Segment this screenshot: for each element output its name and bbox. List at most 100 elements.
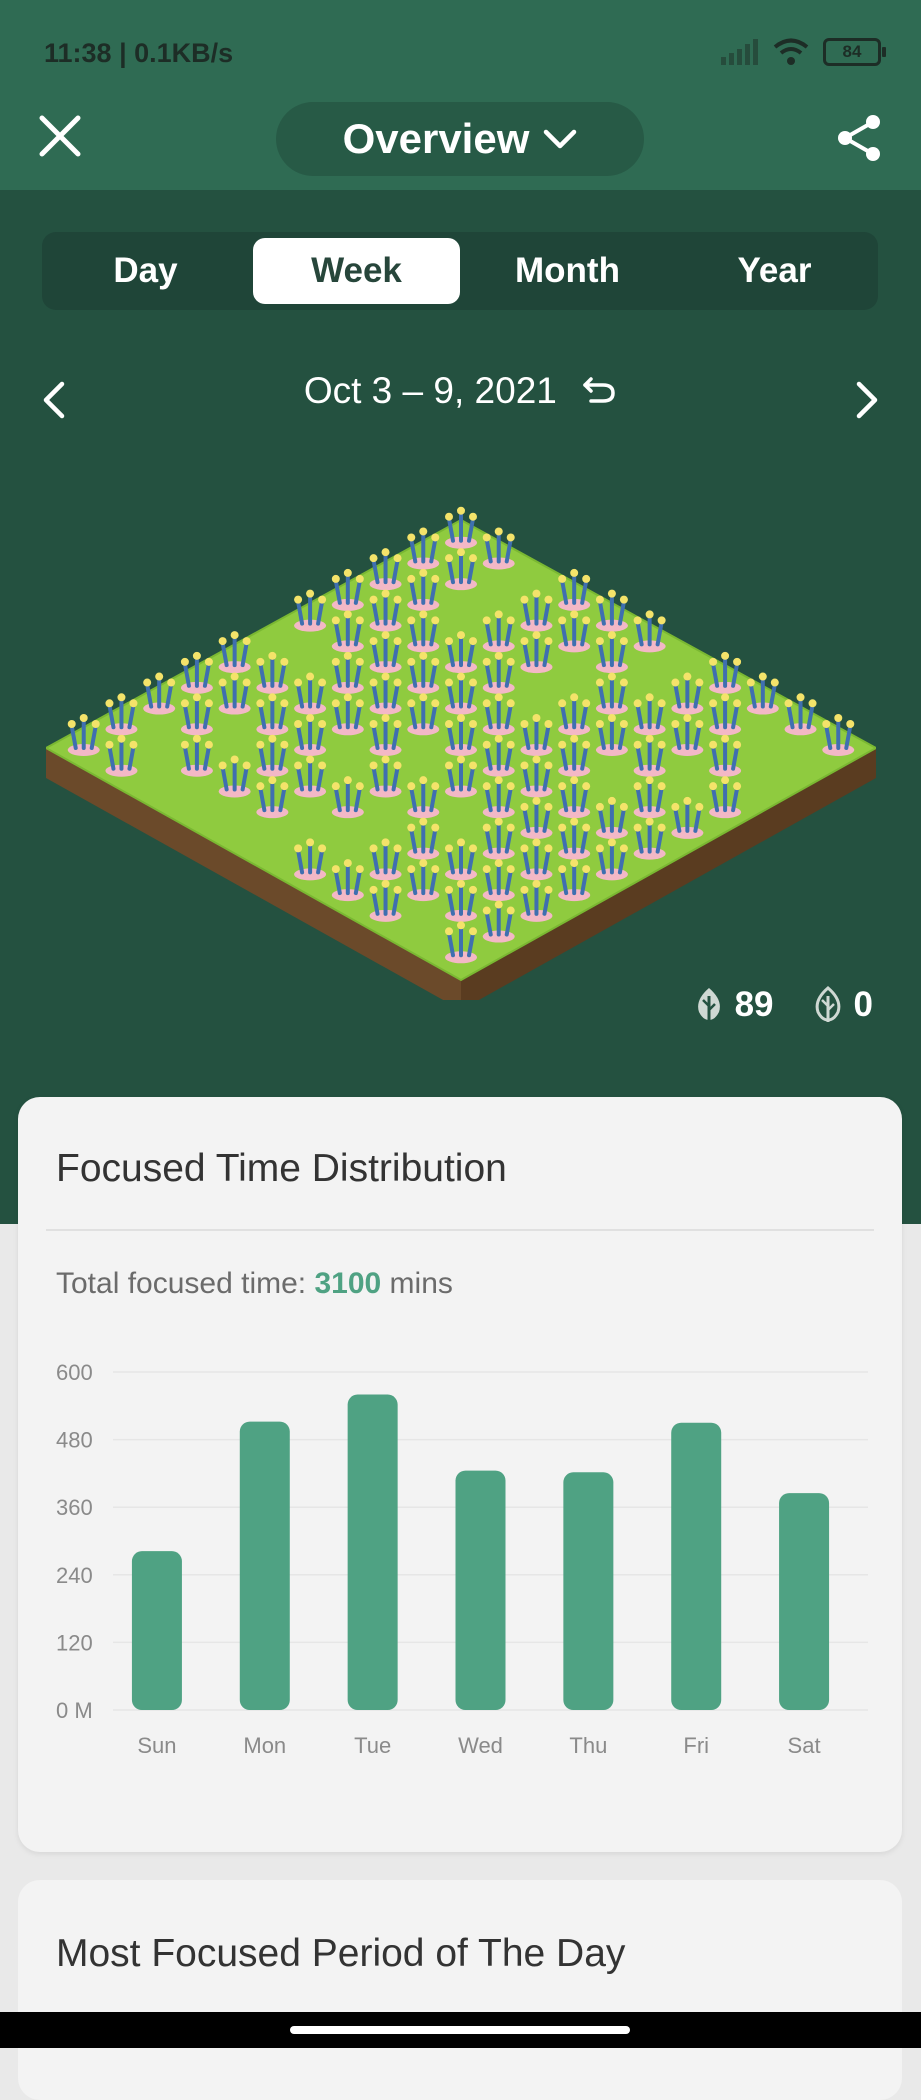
flower-plant — [105, 734, 138, 777]
flower-plant — [520, 838, 553, 881]
flower-plant — [633, 693, 666, 736]
card-divider — [46, 1229, 874, 1231]
flower-plant — [671, 714, 704, 756]
healthy-tree-count: 89 — [734, 985, 774, 1024]
flower-plant — [407, 817, 440, 860]
flower-plant — [822, 714, 855, 756]
flower-plant — [595, 714, 628, 756]
status-bar: 11:38 | 0.1KB/s 84 — [44, 38, 886, 78]
tab-year[interactable]: Year — [671, 232, 878, 310]
flower-plant — [633, 776, 666, 819]
flower-plant — [294, 755, 327, 798]
forest-illustration — [46, 506, 876, 1000]
overview-dropdown[interactable]: Overview — [276, 102, 644, 176]
flower-plant — [369, 879, 402, 922]
flower-plant — [482, 776, 515, 819]
close-icon[interactable] — [36, 112, 84, 160]
flower-plant — [633, 734, 666, 777]
flower-plant — [520, 589, 553, 632]
flower-plant — [369, 714, 402, 756]
flower-plant — [256, 651, 289, 694]
y-tick-label: 600 — [56, 1360, 93, 1385]
flower-plant — [595, 631, 628, 674]
flower-plant — [331, 859, 364, 902]
page-title: Overview — [342, 115, 530, 162]
flower-plant — [558, 817, 591, 860]
flower-plant — [407, 610, 440, 653]
flower-plant — [558, 568, 591, 611]
chevron-right-icon[interactable] — [853, 380, 881, 420]
most-focused-period-card: Most Focused Period of The Day — [18, 1880, 902, 2100]
flower-plant — [445, 506, 477, 549]
flower-plant — [558, 776, 591, 819]
chevron-down-icon — [544, 129, 577, 149]
flower-plant — [445, 631, 477, 674]
battery-level: 84 — [842, 42, 862, 61]
flower-plant — [369, 548, 402, 591]
flower-plant — [256, 734, 289, 777]
flower-plant — [520, 631, 553, 674]
x-tick-label: Mon — [243, 1733, 286, 1758]
tab-month[interactable]: Month — [464, 232, 671, 310]
signal-icon — [721, 39, 758, 65]
dead-tree-icon — [815, 986, 840, 1022]
date-navigation: Oct 3 – 9, 2021 — [0, 370, 921, 430]
bar-wed[interactable] — [455, 1470, 506, 1710]
total-unit: mins — [381, 1267, 453, 1300]
flower-plant — [180, 651, 213, 694]
flower-plant — [180, 734, 213, 777]
bar-sat[interactable] — [779, 1493, 830, 1710]
flower-plant — [369, 589, 402, 632]
x-tick-label: Sat — [788, 1733, 821, 1758]
flower-plant — [558, 693, 591, 736]
flower-plant — [709, 734, 742, 777]
bar-thu[interactable] — [563, 1472, 614, 1710]
share-icon[interactable] — [833, 112, 885, 164]
flower-plant — [482, 693, 515, 736]
bar-mon[interactable] — [239, 1421, 290, 1710]
flower-plant — [407, 776, 440, 819]
flower-plant — [595, 589, 628, 632]
flower-plant — [709, 776, 742, 819]
tree-icon — [697, 988, 720, 1022]
flower-plant — [105, 693, 138, 736]
card2-title: Most Focused Period of The Day — [56, 1932, 626, 1975]
flower-plant — [746, 672, 779, 715]
focused-time-card: Focused Time Distribution Total focused … — [18, 1097, 902, 1852]
flower-plant — [784, 693, 817, 736]
flower-plant — [633, 817, 666, 860]
flower-plant — [369, 672, 402, 715]
flower-plant — [520, 714, 553, 756]
flower-plant — [407, 651, 440, 694]
flower-plant — [331, 568, 364, 611]
battery-indicator: 84 — [823, 38, 886, 66]
flower-plant — [331, 693, 364, 736]
bar-fri[interactable] — [671, 1422, 722, 1710]
flower-plant — [369, 755, 402, 798]
period-tabs: Day Week Month Year — [42, 232, 878, 310]
undo-icon[interactable] — [581, 375, 617, 405]
flower-plant — [558, 734, 591, 777]
y-tick-label: 360 — [56, 1495, 93, 1520]
tab-day[interactable]: Day — [42, 232, 249, 310]
flower-plant — [445, 548, 477, 591]
flower-plant — [482, 610, 515, 653]
home-indicator[interactable] — [290, 2026, 630, 2034]
bar-sun[interactable] — [131, 1551, 182, 1710]
flower-plant — [294, 672, 327, 715]
bar-tue[interactable] — [347, 1394, 398, 1710]
flower-plant — [482, 734, 515, 777]
flower-plant — [595, 796, 628, 839]
tab-week[interactable]: Week — [253, 238, 460, 304]
flower-plant — [520, 755, 553, 798]
status-time: 11:38 | 0.1KB/s — [44, 38, 234, 68]
total-value: 3100 — [314, 1267, 382, 1300]
flower-plant — [445, 921, 477, 964]
flower-plant — [482, 527, 515, 570]
y-tick-label: 240 — [56, 1563, 93, 1588]
flower-plant — [520, 879, 553, 922]
flower-plant — [482, 817, 515, 860]
flower-plant — [445, 879, 477, 922]
flower-plant — [407, 859, 440, 902]
flower-plant — [595, 838, 628, 881]
